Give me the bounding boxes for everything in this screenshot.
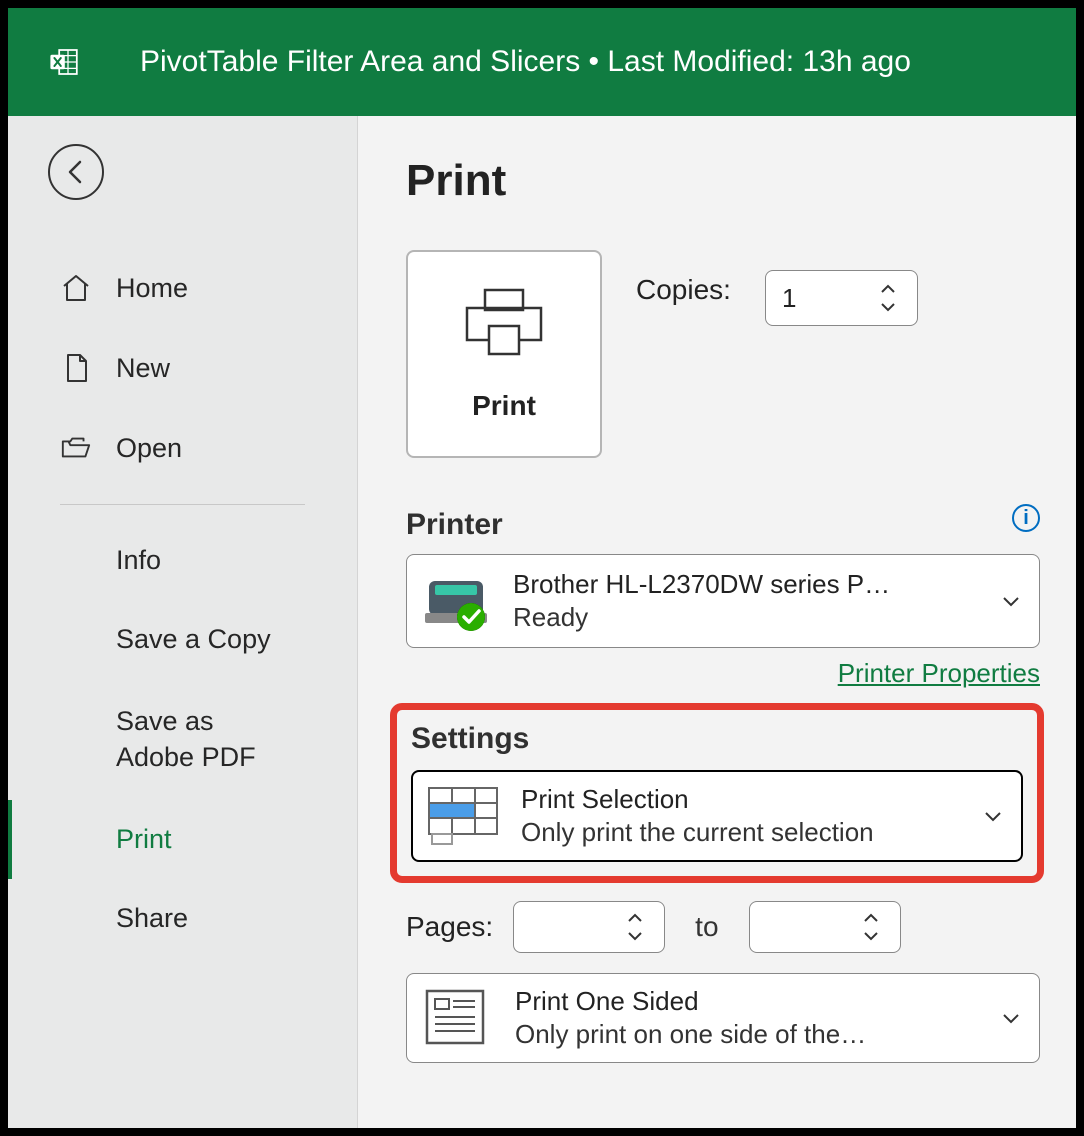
sidebar-item-label: Info [116, 545, 161, 576]
sidebar-item-share[interactable]: Share [8, 879, 357, 958]
chevron-down-icon [1001, 594, 1021, 608]
printer-properties-link[interactable]: Printer Properties [406, 658, 1040, 689]
chevron-down-icon [1001, 1011, 1021, 1025]
sidebar-item-open[interactable]: Open [8, 408, 357, 488]
settings-section-label: Settings [411, 722, 1023, 756]
sidebar-item-label: New [116, 353, 170, 384]
print-what-title: Print Selection [521, 784, 971, 815]
app-header: PivotTable Filter Area and Slicers • Las… [8, 8, 1076, 116]
document-title: PivotTable Filter Area and Slicers • Las… [140, 45, 911, 79]
chevron-down-icon [983, 809, 1003, 823]
pages-from-stepper[interactable] [513, 901, 665, 953]
new-file-icon [60, 352, 92, 384]
printer-name: Brother HL-L2370DW series P… [513, 569, 989, 600]
home-icon [60, 272, 92, 304]
sidebar-item-label: Open [116, 433, 182, 464]
sidebar-item-print[interactable]: Print [8, 800, 357, 879]
sided-title: Print One Sided [515, 986, 989, 1017]
page-title: Print [406, 156, 1040, 206]
sidebar-item-save-copy[interactable]: Save a Copy [8, 600, 357, 679]
sidebar-item-label: Share [116, 903, 188, 934]
sidebar-item-label: Print [116, 824, 172, 855]
info-icon[interactable]: i [1012, 504, 1040, 532]
printer-dropdown[interactable]: Brother HL-L2370DW series P… Ready [406, 554, 1040, 648]
highlight-annotation: Settings Print [390, 703, 1044, 883]
sidebar-item-info[interactable]: Info [8, 521, 357, 600]
printer-status: Ready [513, 602, 989, 633]
pages-to-label: to [685, 911, 728, 943]
sidebar-item-new[interactable]: New [8, 328, 357, 408]
chevron-up-icon[interactable] [879, 283, 897, 295]
sided-sub: Only print on one side of the… [515, 1019, 989, 1050]
sided-dropdown[interactable]: Print One Sided Only print on one side o… [406, 973, 1040, 1063]
folder-open-icon [60, 432, 92, 464]
print-button[interactable]: Print [406, 250, 602, 458]
pages-label: Pages: [406, 911, 493, 943]
print-what-dropdown[interactable]: Print Selection Only print the current s… [411, 770, 1023, 862]
sidebar-item-label: Save as Adobe PDF [116, 703, 268, 776]
chevron-up-icon[interactable] [626, 912, 644, 924]
sidebar-item-label: Home [116, 273, 188, 304]
chevron-up-icon[interactable] [862, 912, 880, 924]
sidebar-item-label: Save a Copy [116, 624, 271, 655]
printer-section-label: Printer [406, 508, 1040, 542]
sidebar-item-save-adobe-pdf[interactable]: Save as Adobe PDF [8, 679, 268, 800]
page-one-sided-icon [421, 987, 493, 1049]
excel-icon [48, 46, 80, 78]
back-button[interactable] [48, 144, 104, 200]
printer-device-icon [421, 571, 491, 631]
chevron-down-icon[interactable] [879, 301, 897, 313]
print-what-sub: Only print the current selection [521, 817, 971, 848]
chevron-down-icon[interactable] [862, 930, 880, 942]
copies-value: 1 [782, 283, 796, 314]
sidebar-item-home[interactable]: Home [8, 248, 357, 328]
copies-label: Copies: [636, 274, 731, 306]
backstage-sidebar: Home New Open Info Save a Copy [8, 116, 358, 1128]
copies-stepper[interactable]: 1 [765, 270, 918, 326]
chevron-down-icon[interactable] [626, 930, 644, 942]
selection-grid-icon [427, 786, 499, 846]
printer-icon [461, 286, 547, 364]
main-panel: Print Print Copies: 1 [358, 116, 1076, 1128]
print-button-label: Print [472, 390, 536, 422]
sidebar-divider [60, 504, 305, 505]
pages-to-stepper[interactable] [749, 901, 901, 953]
